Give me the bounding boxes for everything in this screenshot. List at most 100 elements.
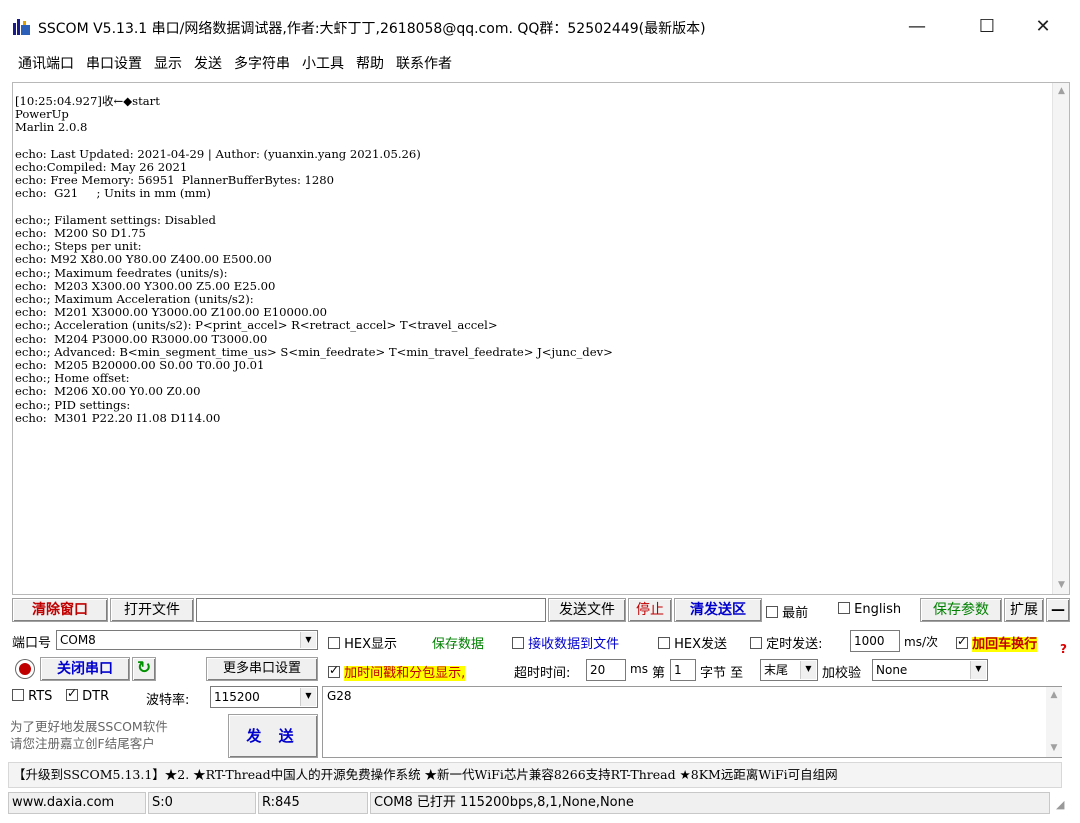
chevron-down-icon[interactable]: ▼ — [300, 688, 316, 706]
hex-display-check-icon[interactable] — [328, 637, 340, 649]
add-crlf-check-icon[interactable] — [956, 634, 968, 649]
english-check-icon[interactable] — [838, 602, 850, 614]
send-button[interactable]: 发 送 — [228, 714, 318, 758]
close-button[interactable]: ✕ — [1020, 12, 1066, 42]
receive-line: echo:; Acceleration (units/s2): P<print_… — [15, 318, 498, 333]
topmost-checkbox[interactable]: 最前 — [766, 602, 808, 621]
timestamp-label: 加时间戳和分包显示, — [344, 666, 466, 681]
add-crlf-checkbox[interactable]: 加回车换行 — [956, 633, 1038, 652]
minimize-button[interactable]: — — [894, 12, 940, 42]
timeout-label: 超时时间: — [514, 666, 571, 681]
add-crlf-label: 加回车换行 — [972, 637, 1038, 652]
receive-line: echo: M204 P3000.00 R3000.00 T3000.00 — [15, 331, 268, 346]
timed-send-check-icon[interactable] — [750, 637, 762, 649]
checksum-value: None — [876, 663, 908, 677]
scroll-up-icon[interactable]: ▲ — [1046, 687, 1062, 704]
receive-line — [15, 201, 1051, 214]
receive-line — [15, 135, 1051, 148]
refresh-icon[interactable]: ↻ — [132, 657, 156, 681]
timeout-unit-label: ms — [630, 662, 648, 676]
hex-send-label: HEX发送 — [674, 637, 728, 652]
window-title: SSCOM V5.13.1 串口/网络数据调试器,作者:大虾丁丁,2618058… — [38, 21, 706, 37]
send-file-button[interactable]: 发送文件 — [548, 598, 626, 622]
menu-display[interactable]: 显示 — [148, 52, 188, 76]
open-file-button[interactable]: 打开文件 — [110, 598, 194, 622]
send-input[interactable]: G28 — [322, 686, 1062, 758]
save-data-button[interactable]: 保存数据 — [432, 633, 484, 652]
timed-send-label: 定时发送: — [766, 637, 823, 652]
timeout-input[interactable]: 20 — [586, 659, 626, 681]
scroll-down-icon[interactable]: ▼ — [1053, 577, 1070, 594]
status-received: R:845 — [258, 792, 368, 814]
byte-end-select[interactable]: 末尾 ▼ — [760, 659, 818, 681]
baud-select[interactable]: 115200 ▼ — [210, 686, 318, 708]
stop-button[interactable]: 停止 — [628, 598, 672, 622]
receive-line: echo:; Maximum feedrates (units/s): — [15, 265, 228, 280]
receive-line: Marlin 2.0.8 — [15, 120, 88, 135]
help-icon[interactable]: ? — [1060, 642, 1067, 656]
menu-comm-port[interactable]: 通讯端口 — [0, 52, 80, 76]
status-website[interactable]: www.daxia.com — [8, 792, 146, 814]
checksum-label: 加校验 — [822, 666, 862, 681]
menu-multi-string[interactable]: 多字符串 — [228, 52, 296, 76]
hex-send-check-icon[interactable] — [658, 637, 670, 649]
timed-unit-label: ms/次 — [904, 635, 938, 649]
resize-grip-icon[interactable]: ◢ — [1056, 798, 1070, 812]
menu-send[interactable]: 发送 — [188, 52, 228, 76]
status-bar: www.daxia.com S:0 R:845 COM8 已打开 115200b… — [8, 790, 1076, 816]
chevron-down-icon[interactable]: ▼ — [800, 661, 816, 679]
menu-serial-settings[interactable]: 串口设置 — [80, 52, 148, 76]
receive-line: echo: M200 S0 D1.75 — [15, 226, 146, 241]
receive-line: [10:25:04.927]收←◆start — [15, 94, 160, 108]
clear-window-button[interactable]: 清除窗口 — [12, 598, 108, 622]
english-checkbox[interactable]: English — [838, 602, 901, 617]
menu-tools[interactable]: 小工具 — [296, 52, 350, 76]
maximize-button[interactable]: ☐ — [964, 12, 1010, 42]
timed-interval-input[interactable]: 1000 — [850, 630, 900, 652]
receive-text: [10:25:04.927]收←◆start PowerUp Marlin 2.0.… — [15, 94, 1051, 425]
receive-line: echo: M206 X0.00 Y0.00 Z0.00 — [15, 384, 201, 399]
close-port-button[interactable]: 关闭串口 — [40, 657, 130, 681]
byte-end-value: 末尾 — [764, 663, 789, 677]
baud-label: 波特率: — [146, 693, 190, 708]
menu-bar: 通讯端口 串口设置 显示 发送 多字符串 小工具 帮助 联系作者 — [0, 52, 1080, 76]
receive-scrollbar[interactable]: ▲ ▼ — [1052, 83, 1069, 594]
rts-check-icon[interactable] — [12, 689, 24, 701]
more-serial-settings-button[interactable]: 更多串口设置 — [206, 657, 318, 681]
receive-area[interactable]: [10:25:04.927]收←◆start PowerUp Marlin 2.0.… — [12, 82, 1070, 595]
register-promo[interactable]: 为了更好地发展SSCOM软件 请您注册嘉立创F结尾客户 — [10, 718, 224, 752]
menu-help[interactable]: 帮助 — [350, 52, 390, 76]
clear-send-button[interactable]: 清发送区 — [674, 598, 762, 622]
hex-send-checkbox[interactable]: HEX发送 — [658, 633, 727, 652]
file-path-input[interactable] — [196, 598, 546, 622]
chevron-down-icon[interactable]: ▼ — [970, 661, 986, 679]
save-params-button[interactable]: 保存参数 — [920, 598, 1002, 622]
ad-marquee[interactable]: 【升级到SSCOM5.13.1】★2. ★RT-Thread中国人的开源免费操作… — [8, 762, 1062, 788]
port-select[interactable]: COM8 ▼ — [56, 630, 318, 650]
title-bar: SSCOM V5.13.1 串口/网络数据调试器,作者:大虾丁丁,2618058… — [0, 0, 1080, 52]
timestamp-checkbox[interactable]: 加时间戳和分包显示, — [328, 662, 466, 681]
collapse-button[interactable]: — — [1046, 598, 1070, 622]
dtr-checkbox[interactable]: DTR — [66, 686, 109, 704]
send-scrollbar[interactable]: ▲ ▼ — [1046, 687, 1062, 757]
scroll-up-icon[interactable]: ▲ — [1053, 83, 1070, 100]
hex-display-checkbox[interactable]: HEX显示 — [328, 633, 397, 652]
english-label: English — [854, 602, 902, 617]
recv-to-file-checkbox[interactable]: 接收数据到文件 — [512, 633, 619, 652]
chevron-down-icon[interactable]: ▼ — [300, 632, 316, 648]
byte-label-start: 第 — [652, 666, 666, 681]
receive-line: echo: M205 B20000.00 S0.00 T0.00 J0.01 — [15, 358, 265, 373]
timestamp-check-icon[interactable] — [328, 663, 340, 678]
rts-checkbox[interactable]: RTS — [12, 689, 52, 704]
recv-to-file-check-icon[interactable] — [512, 637, 524, 649]
expand-button[interactable]: 扩展 — [1004, 598, 1044, 622]
checksum-select[interactable]: None ▼ — [872, 659, 988, 681]
receive-line: echo: M92 X80.00 Y80.00 Z400.00 E500.00 — [15, 252, 272, 267]
scroll-down-icon[interactable]: ▼ — [1046, 740, 1062, 757]
menu-contact-author[interactable]: 联系作者 — [390, 52, 458, 76]
app-icon — [13, 19, 30, 35]
timed-send-checkbox[interactable]: 定时发送: — [750, 633, 823, 652]
dtr-check-icon[interactable] — [66, 686, 78, 701]
topmost-check-icon[interactable] — [766, 606, 778, 618]
byte-start-input[interactable]: 1 — [670, 659, 696, 681]
